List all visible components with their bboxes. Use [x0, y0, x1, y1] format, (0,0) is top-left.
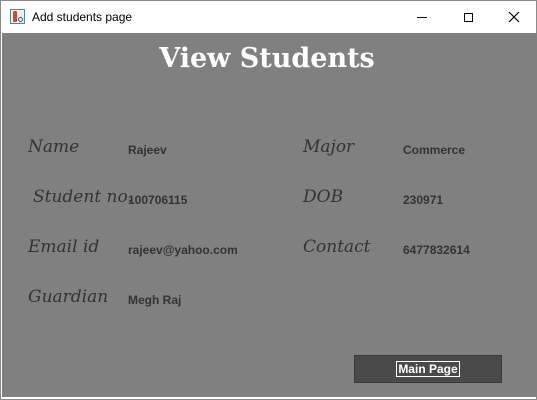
close-icon [508, 11, 520, 23]
dob-label: DOB [303, 187, 344, 207]
app-window: Add students page View Students Name Raj… [0, 0, 537, 400]
name-label: Name [28, 137, 80, 157]
window-title: Add students page [32, 10, 133, 24]
student-no-value: 100706115 [128, 193, 188, 207]
minimize-button[interactable] [399, 1, 445, 33]
major-label: Major [303, 137, 355, 157]
dob-value: 230971 [403, 193, 444, 207]
guardian-value: Megh Raj [128, 293, 182, 307]
main-page-button-label: Main Page [396, 361, 460, 377]
maximize-button[interactable] [445, 1, 491, 33]
page-title: View Students [159, 43, 375, 74]
close-button[interactable] [491, 1, 537, 33]
name-value: Rajeev [128, 143, 167, 157]
major-value: Commerce [403, 143, 466, 157]
minimize-icon [417, 16, 427, 18]
email-value: rajeev@yahoo.com [128, 243, 238, 257]
maximize-icon [463, 12, 473, 22]
guardian-label: Guardian [28, 287, 109, 307]
email-label: Email id [28, 237, 100, 257]
java-cup-icon [10, 9, 25, 24]
contact-label: Contact [303, 237, 371, 257]
contact-value: 6477832614 [403, 243, 470, 257]
student-no-label: Student no. [33, 187, 133, 207]
main-page-button[interactable]: Main Page [354, 355, 502, 383]
content-panel: View Students Name Rajeev Student no. 10… [2, 33, 537, 397]
title-bar[interactable]: Add students page [1, 1, 536, 33]
